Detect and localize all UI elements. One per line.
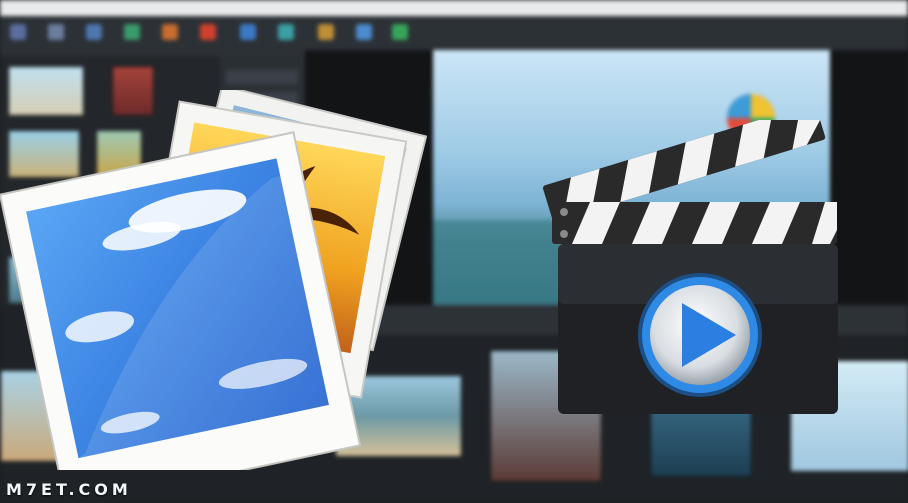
toolbar-tool-icon[interactable] xyxy=(124,24,140,40)
panel-button[interactable] xyxy=(226,70,298,84)
clapperboard-icon xyxy=(542,120,838,414)
toolbar-tool-icon[interactable] xyxy=(318,24,334,40)
toolbar-tool-icon[interactable] xyxy=(392,24,408,40)
photo-stack-icon xyxy=(0,90,428,470)
toolbar-tool-icon[interactable] xyxy=(240,24,256,40)
toolbar-tool-icon[interactable] xyxy=(356,24,372,40)
title-bar xyxy=(0,0,908,17)
toolbar-tool-icon[interactable] xyxy=(162,24,178,40)
watermark-text: M7ET.COM xyxy=(6,480,132,499)
toolbar-tool-icon[interactable] xyxy=(86,24,102,40)
toolbar-tool-icon[interactable] xyxy=(278,24,294,40)
toolbar-tool-icon[interactable] xyxy=(200,24,216,40)
toolbar-tool-icon[interactable] xyxy=(10,24,26,40)
toolbar-tool-icon[interactable] xyxy=(48,24,64,40)
